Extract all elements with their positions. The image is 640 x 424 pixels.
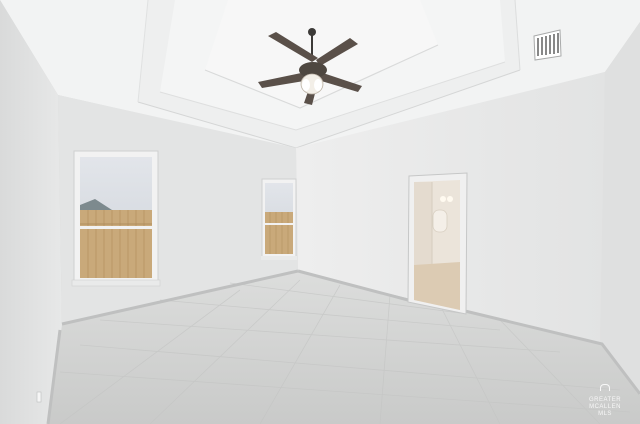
window-left: [71, 150, 161, 287]
light-switch-icon: [36, 391, 42, 403]
bathroom-doorway: [407, 172, 468, 315]
watermark-logo: GREATER MCALLEN MLS: [576, 379, 634, 418]
house-roof-icon: [600, 384, 610, 391]
watermark-line-1: GREATER MCALLEN: [588, 397, 622, 410]
watermark-line-2: MLS: [598, 411, 612, 417]
window-middle: [261, 178, 297, 260]
room-photo: [0, 0, 640, 424]
